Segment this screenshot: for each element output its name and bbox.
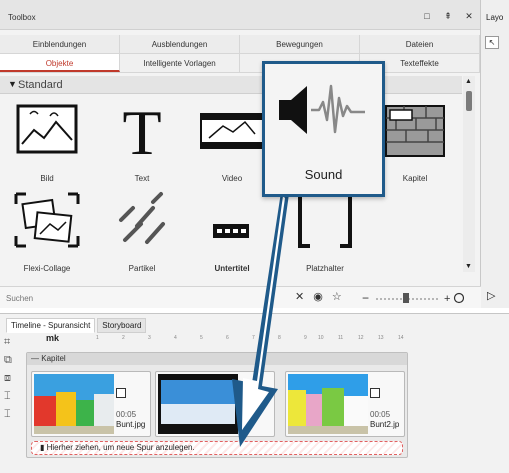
clip-bunt2[interactable]: 00:05 Bunt2.jp — [285, 371, 405, 437]
tab-objekte[interactable]: Objekte — [0, 54, 120, 72]
sound-callout[interactable]: Sound — [262, 61, 385, 197]
layout-panel-title: Layo — [486, 13, 504, 22]
tab-bewegungen[interactable]: Bewegungen — [240, 35, 360, 53]
section-header[interactable]: ▼ Standard — [0, 76, 462, 94]
scroll-up-icon[interactable]: ▲ — [465, 78, 472, 85]
clip-name: Bunt.jpg — [116, 420, 146, 429]
sound-label: Sound — [304, 167, 343, 182]
cursor-tool-icon[interactable]: ↖ — [485, 36, 499, 49]
image-icon — [16, 104, 78, 154]
ruler-tick: 10 — [318, 335, 324, 341]
film-icon — [200, 113, 264, 149]
placeholder-bracket-icon — [298, 192, 352, 248]
tab-dateien[interactable]: Dateien — [360, 35, 480, 53]
tab-storyboard[interactable]: Storyboard — [97, 318, 147, 333]
remove-track-icon[interactable]: ⧈ — [4, 372, 22, 386]
timeline-ruler[interactable]: mk 1 2 3 4 5 6 7 8 9 10 11 12 13 14 — [22, 333, 509, 348]
clip-duration: 00:05 — [370, 410, 391, 419]
collapse-arrow-icon[interactable]: ▼ — [8, 79, 17, 89]
particles-icon — [119, 192, 165, 244]
tab-row-2: Objekte Intelligente Vorlagen Texteffekt… — [0, 54, 480, 73]
ruler-tick: 2 — [122, 335, 125, 341]
clip-thumbnail — [158, 374, 238, 434]
zoom-reset-icon — [453, 292, 464, 304]
add-track-icon[interactable]: ⧉ — [4, 354, 22, 368]
clip-thumbnail — [34, 374, 114, 434]
ruler-tick: 4 — [174, 335, 177, 341]
image-type-icon — [116, 388, 126, 398]
chapter-track[interactable]: — Kapitel 00:05 Bunt.jpg 00:05 Bunt2.jp … — [26, 352, 408, 458]
toolbox-panel: Toolbox □ ⇞ ✕ Einblendungen Ausblendunge… — [0, 0, 481, 308]
subtitle-icon — [213, 224, 249, 238]
snap-icon[interactable]: ⌗ — [4, 336, 22, 350]
scrollbar-thumb[interactable] — [466, 91, 472, 111]
ruler-tick: 7 — [252, 335, 255, 341]
object-label-flexi-collage: Flexi-Collage — [23, 264, 71, 273]
ruler-tick: 9 — [304, 335, 307, 341]
search-row: ✕ ◉ ☆ − + — [0, 286, 481, 308]
clear-search-icon[interactable]: ✕ — [295, 290, 304, 303]
eye-icon[interactable]: ◉ — [313, 290, 323, 303]
trim-icon[interactable]: ⌶ — [4, 408, 22, 422]
tab-intelligente-vorlagen[interactable]: Intelligente Vorlagen — [120, 54, 240, 72]
clip-bunt[interactable]: 00:05 Bunt.jpg — [31, 371, 151, 437]
tab-timeline-spuransicht[interactable]: Timeline - Spuransicht — [6, 318, 96, 333]
clip-middle[interactable] — [155, 371, 275, 437]
zoom-out-icon: − — [362, 291, 369, 305]
ruler-tick: 8 — [278, 335, 281, 341]
timeline-panel: Timeline - Spuransicht Storyboard mk 1 2… — [0, 313, 509, 473]
object-label-bild: Bild — [40, 174, 54, 183]
ruler-marker[interactable]: mk — [46, 333, 59, 343]
close-icon[interactable]: ✕ — [464, 11, 474, 22]
search-input[interactable] — [6, 291, 276, 305]
tab-ausblendungen[interactable]: Ausblendungen — [120, 35, 240, 53]
maximize-icon[interactable]: □ — [422, 11, 432, 22]
scroll-down-icon[interactable]: ▼ — [465, 263, 472, 270]
object-label-platzhalter: Platzhalter — [306, 264, 344, 273]
chapter-header[interactable]: — Kapitel — [27, 353, 407, 365]
ruler-tick: 1 — [96, 335, 99, 341]
chapter-brick-icon — [385, 105, 445, 157]
toolbox-title: Toolbox — [8, 13, 36, 22]
favorite-star-icon[interactable]: ☆ — [332, 290, 342, 303]
object-label-partikel: Partikel — [128, 264, 156, 273]
ruler-tick: 12 — [358, 335, 364, 341]
zoom-handle — [403, 293, 409, 303]
image-type-icon — [370, 388, 380, 398]
ruler-tick: 13 — [378, 335, 384, 341]
chapter-label: Kapitel — [41, 354, 66, 363]
object-label-text: Text — [134, 174, 150, 183]
ruler-tick: 14 — [398, 335, 404, 341]
split-icon[interactable]: ⌶ — [4, 390, 22, 404]
dropzone-text: Hierher ziehen, um neue Spur anzulegen. — [46, 443, 195, 452]
tab-row-1: Einblendungen Ausblendungen Bewegungen D… — [0, 35, 480, 54]
zoom-in-icon: + — [444, 293, 450, 305]
objects-scrollbar[interactable]: ▲ ▼ — [463, 76, 475, 272]
text-icon: T — [122, 100, 161, 160]
collage-icon — [14, 192, 80, 248]
speaker-waveform-icon — [279, 84, 365, 134]
section-label: Standard — [18, 79, 63, 91]
clip-duration: 00:05 — [116, 410, 137, 419]
svg-text:T: T — [122, 100, 161, 160]
ruler-tick: 5 — [200, 335, 203, 341]
toolbox-titlebar: Toolbox □ ⇞ ✕ — [0, 0, 480, 30]
clip-thumbnail — [288, 374, 368, 434]
layout-panel: Layo ↖ ▷ — [481, 0, 509, 308]
pin-icon[interactable]: ⇞ — [443, 11, 453, 22]
play-icon[interactable]: ▷ — [487, 289, 495, 302]
object-label-untertitel: Untertitel — [214, 264, 250, 273]
ruler-tick: 3 — [148, 335, 151, 341]
ruler-tick: 6 — [226, 335, 229, 341]
clip-name: Bunt2.jp — [370, 420, 400, 429]
ruler-tick: 11 — [338, 335, 344, 341]
tab-einblendungen[interactable]: Einblendungen — [0, 35, 120, 53]
zoom-slider[interactable]: − + — [360, 291, 464, 305]
new-track-dropzone[interactable]: ▮ Hierher ziehen, um neue Spur anzulegen… — [31, 441, 403, 455]
